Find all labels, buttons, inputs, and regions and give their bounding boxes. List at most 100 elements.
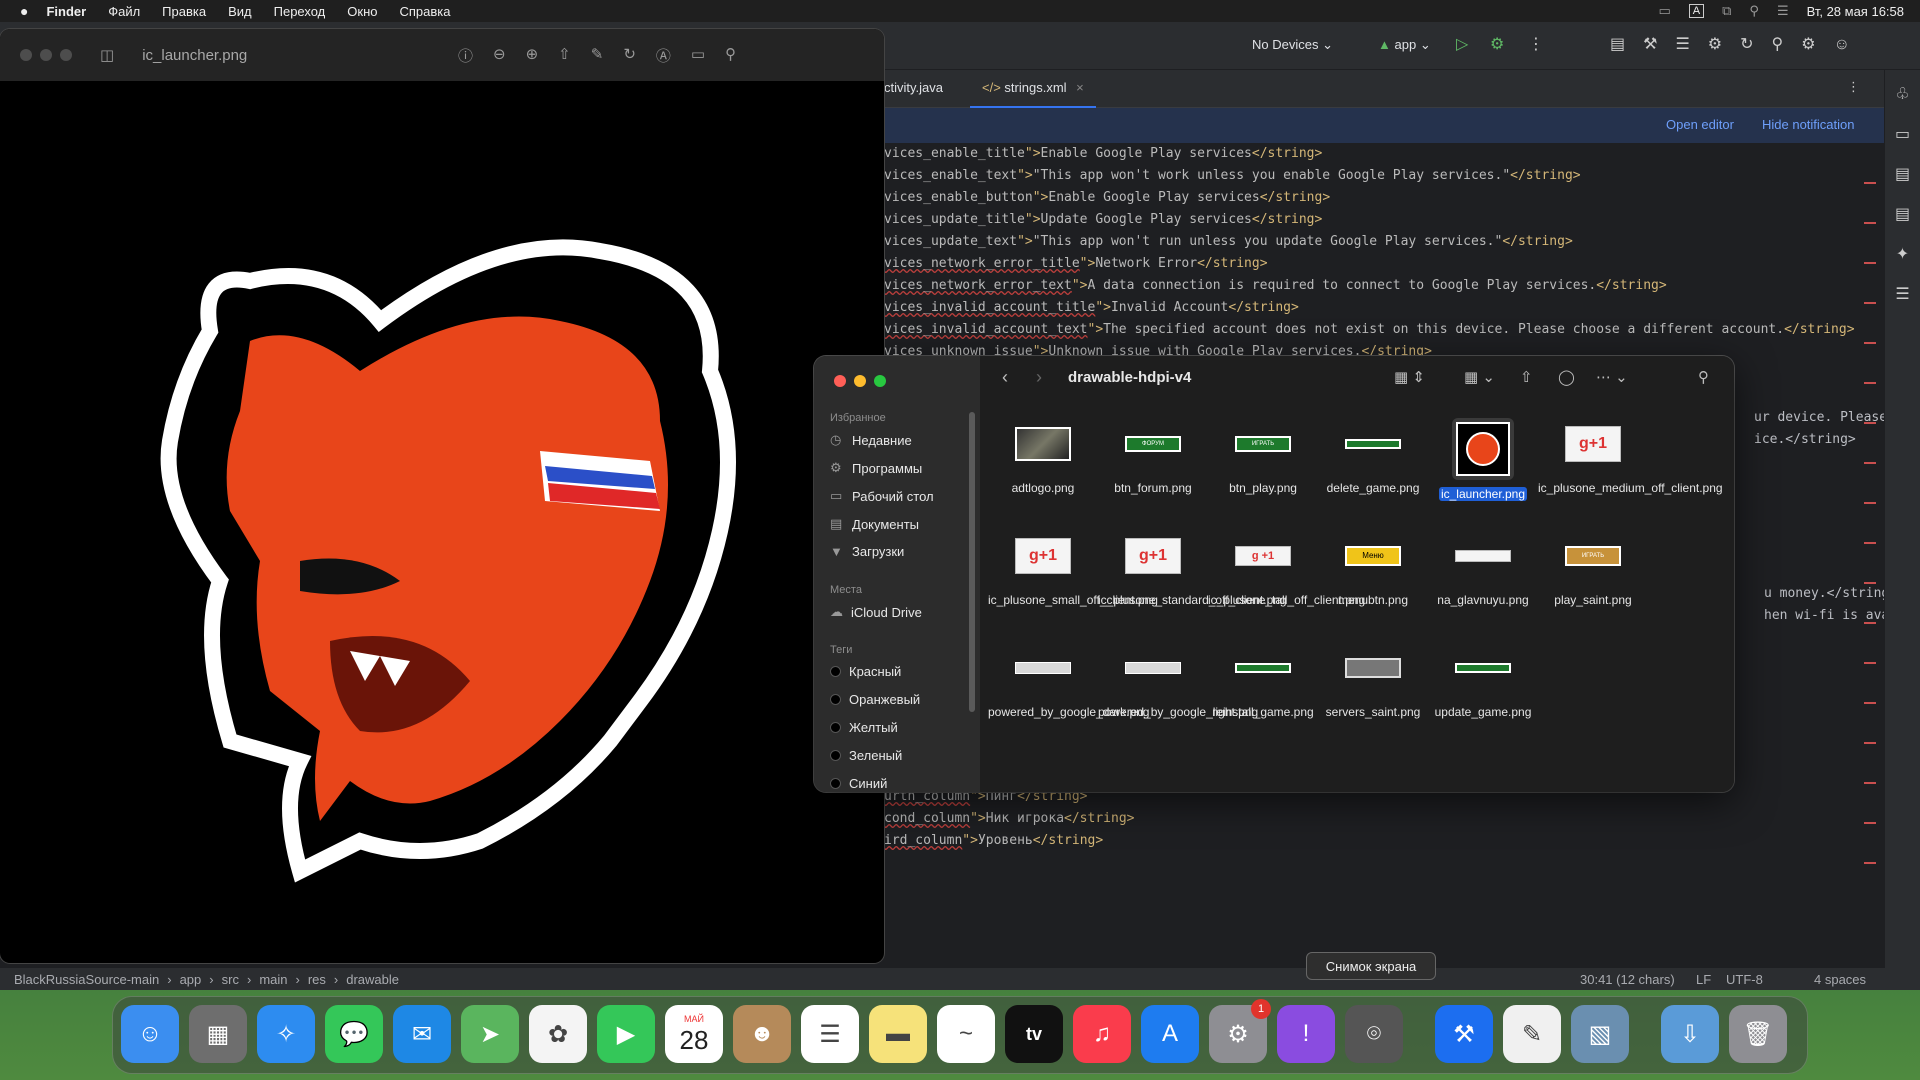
close-window-button[interactable] (20, 49, 32, 61)
sidebar-item-icloud[interactable]: ☁ iCloud Drive (830, 604, 922, 620)
breadcrumb-item[interactable]: src (222, 972, 239, 987)
mirror-icon[interactable]: ⧉ (1722, 3, 1731, 19)
feedback-icon[interactable]: ! (1277, 1005, 1335, 1063)
search-icon[interactable]: ⚲ (725, 45, 736, 66)
sidebar-item-favorite[interactable]: ◷ Недавние (830, 432, 912, 448)
breadcrumb-item[interactable]: BlackRussiaSource-main (14, 972, 159, 987)
calendar-icon[interactable]: МАЙ 28 (665, 1005, 723, 1063)
menu-item[interactable]: Вид (228, 4, 252, 19)
encoding[interactable]: UTF-8 (1726, 972, 1763, 987)
breadcrumb-item[interactable]: app (180, 972, 202, 987)
minimize-window-button[interactable] (40, 49, 52, 61)
textedit-icon[interactable]: ✎ (1503, 1005, 1561, 1063)
sidebar-item-favorite[interactable]: ▤ Документы (830, 516, 919, 532)
trash-icon[interactable]: 🗑 (1729, 1005, 1787, 1063)
launchpad-icon[interactable]: ▦ (189, 1005, 247, 1063)
screenshot-icon[interactable]: ⌾ (1345, 1005, 1403, 1063)
notes-icon[interactable]: ▬ (869, 1005, 927, 1063)
file-item[interactable]: powered_by_google_light.png (1098, 642, 1258, 720)
open-editor-link[interactable]: Open editor (1666, 117, 1734, 132)
run-icon[interactable]: ▷ (1456, 34, 1468, 54)
debug-icon[interactable]: ⚙ (1490, 34, 1504, 54)
close-tab-icon[interactable]: × (1076, 80, 1084, 95)
tab-activity-java[interactable]: ctivity.java (884, 80, 943, 95)
sidebar-item-favorite[interactable]: ⚙ Программы (830, 460, 922, 476)
file-item[interactable]: ИГРАТЬ btn_play.png (1208, 418, 1318, 496)
file-item[interactable]: Меню menubtn.png (1318, 530, 1428, 608)
maps-icon[interactable]: ➤ (461, 1005, 519, 1063)
tab-strings-xml[interactable]: </> strings.xml × (970, 70, 1096, 108)
group-icon[interactable]: ▦ ⌄ (1464, 368, 1495, 386)
menu-item[interactable]: Справка (399, 4, 450, 19)
gemini-icon[interactable]: ✦ (1896, 244, 1909, 264)
contacts-icon[interactable]: ☻ (733, 1005, 791, 1063)
file-item[interactable]: g+1 ic_plusone_standard_off_client.png (1098, 530, 1287, 608)
photos-icon[interactable]: ✿ (529, 1005, 587, 1063)
search-icon[interactable]: ⚲ (1698, 368, 1709, 386)
action-menu-icon[interactable]: ⋯ ⌄ (1596, 368, 1628, 386)
apple-menu-icon[interactable]: ● (20, 3, 28, 19)
reminders-icon[interactable]: ☰ (801, 1005, 859, 1063)
sidebar-scrollbar[interactable] (969, 412, 975, 712)
zoom-window-button[interactable] (60, 49, 72, 61)
breadcrumb-item[interactable]: res (308, 972, 326, 987)
freeform-icon[interactable]: ~ (937, 1005, 995, 1063)
file-item[interactable]: update_game.png (1428, 642, 1538, 720)
rotate-icon[interactable]: ↻ (623, 45, 636, 66)
view-mode-icon[interactable]: ▦ ⇕ (1394, 368, 1425, 386)
file-item[interactable]: g+1 ic_plusone_small_off_client.png (988, 530, 1158, 608)
sidebar-item-tag[interactable]: Оранжевый (830, 692, 920, 707)
notifications-icon[interactable]: ♧ (1895, 84, 1909, 104)
display-icon[interactable]: ▭ (1658, 3, 1670, 19)
zoom-in-icon[interactable]: ⊕ (526, 45, 539, 66)
sidebar-item-favorite[interactable]: ▼ Загрузки (830, 544, 904, 559)
minimize-window-button[interactable] (854, 375, 866, 387)
file-icon[interactable]: ▤ (1895, 164, 1910, 184)
zoom-out-icon[interactable]: ⊖ (493, 45, 506, 66)
file-item[interactable]: adtlogo.png (988, 418, 1098, 496)
finder-icon[interactable]: ☺ (121, 1005, 179, 1063)
forward-chevron-icon[interactable]: › (1036, 367, 1042, 388)
spotlight-icon[interactable]: ⚲ (1749, 3, 1759, 19)
menu-item[interactable]: Правка (162, 4, 206, 19)
sidebar-item-tag[interactable]: Желтый (830, 720, 898, 735)
file-item[interactable]: delete_game.png (1318, 418, 1428, 496)
close-window-button[interactable] (834, 375, 846, 387)
sidebar-toggle-icon[interactable]: ◫ (100, 46, 114, 64)
markup-toolbar-icon[interactable]: Ⓐ (656, 45, 671, 66)
file-item[interactable]: ФОРУМ btn_forum.png (1098, 418, 1208, 496)
file-item[interactable]: reinstall_game.png (1208, 642, 1318, 720)
facetime-icon[interactable]: ▶ (597, 1005, 655, 1063)
zoom-window-button[interactable] (874, 375, 886, 387)
cursor-position[interactable]: 30:41 (12 chars) (1580, 972, 1675, 987)
tabs-menu-icon[interactable]: ⋮ (1847, 79, 1860, 95)
toolbar-tool-icons[interactable]: ▤⚒☰⚙↻⚲⚙☺ (1610, 34, 1868, 54)
file-item[interactable]: g+1 ic_plusone_medium_off_client.png (1538, 418, 1723, 496)
preview-icon[interactable]: ▧ (1571, 1005, 1629, 1063)
device-manager-icon[interactable]: ▭ (1895, 124, 1910, 144)
settings-icon[interactable]: ⚙ 1 (1209, 999, 1271, 1063)
tag-icon[interactable]: ◯ (1558, 368, 1575, 386)
control-center-icon[interactable]: ☰ (1777, 3, 1789, 19)
markup-icon[interactable]: ✎ (591, 45, 604, 66)
messages-icon[interactable]: 💬 (325, 1005, 383, 1063)
tv-icon[interactable]: tv (1005, 1005, 1063, 1063)
menu-item[interactable]: Переход (274, 4, 326, 19)
share-icon[interactable]: ⇧ (558, 45, 571, 66)
safari-icon[interactable]: ✧ (257, 1005, 315, 1063)
file-item[interactable]: na_glavnuyu.png (1428, 530, 1538, 608)
music-icon[interactable]: ♫ (1073, 1005, 1131, 1063)
file-item[interactable]: ИГРАТЬ play_saint.png (1538, 530, 1648, 608)
form-icon[interactable]: ▭ (691, 45, 705, 66)
sidebar-item-favorite[interactable]: ▭ Рабочий стол (830, 488, 934, 504)
hide-notification-link[interactable]: Hide notification (1762, 117, 1855, 132)
back-chevron-icon[interactable]: ‹ (1002, 367, 1008, 388)
menu-app-name[interactable]: Finder (46, 4, 86, 19)
app-store-icon[interactable]: A (1141, 1005, 1199, 1063)
xcode-icon[interactable]: ⚒ (1435, 1005, 1493, 1063)
more-icon[interactable]: ⋮ (1528, 34, 1544, 54)
share-icon[interactable]: ⇧ (1520, 368, 1533, 386)
clock[interactable]: Вт, 28 мая 16:58 (1807, 4, 1904, 19)
mail-icon[interactable]: ✉ (393, 1005, 451, 1063)
file-item[interactable]: g +1 ic_plusone_tall_off_client.png (1208, 530, 1365, 608)
